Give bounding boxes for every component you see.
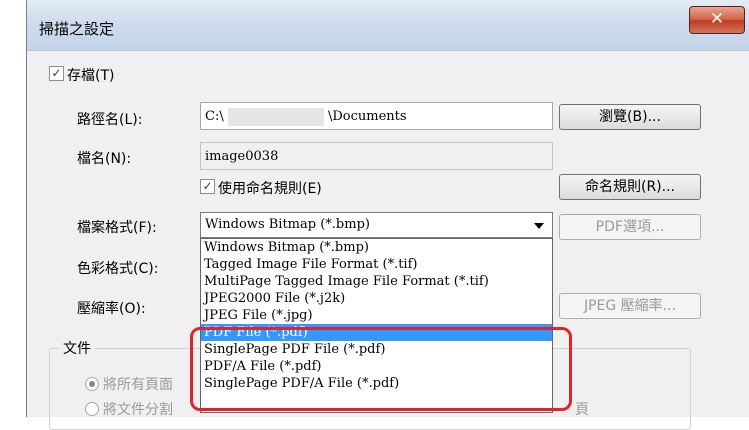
file-format-dropdown-list: Windows Bitmap (*.bmp) Tagged Image File… [200,238,553,413]
format-option[interactable]: JPEG File (*.jpg) [201,307,552,324]
pdf-options-button[interactable]: PDF選項... [559,214,701,240]
format-option[interactable]: SinglePage PDF File (*.pdf) [201,341,552,358]
radio-split-document-label-end: 頁 [575,402,589,418]
format-option[interactable]: JPEG2000 File (*.j2k) [201,290,552,307]
window-title: 掃描之設定 [39,20,115,38]
format-option[interactable]: Windows Bitmap (*.bmp) [201,239,552,256]
compression-label: 壓縮率(O): [77,301,146,317]
path-input[interactable]: C:\ \Documents [200,102,553,130]
document-group-label: 文件 [59,338,95,358]
naming-rule-checkbox-label: 使用命名規則(E) [218,181,322,197]
path-redaction [227,107,324,126]
desktop-margin [0,0,26,417]
format-option[interactable]: Tagged Image File Format (*.tif) [201,256,552,273]
path-label: 路徑名(L): [77,112,143,128]
close-button[interactable]: ✕ [689,6,745,34]
close-icon: ✕ [709,9,725,29]
format-option[interactable]: PDF/A File (*.pdf) [201,358,552,375]
filename-field[interactable]: image0038 [200,142,553,170]
file-format-label: 檔案格式(F): [77,220,157,236]
save-checkbox-label: 存檔(T) [67,68,115,84]
color-format-label: 色彩格式(C): [77,261,159,277]
radio-all-pages-label: 將所有頁面 [103,377,173,393]
title-bar: 掃描之設定 ✕ [27,0,749,51]
radio-split-document-label: 將文件分割 [103,402,173,418]
naming-rule-button[interactable]: 命名規則(R)... [559,174,701,200]
browse-button[interactable]: 瀏覽(B)... [559,104,701,130]
file-format-value: Windows Bitmap (*.bmp) [205,217,370,232]
format-option-selected[interactable]: PDF File (*.pdf) [201,324,552,341]
radio-split-document[interactable] [85,402,99,416]
naming-rule-checkbox[interactable]: ✓ [200,179,215,194]
jpeg-compression-button[interactable]: JPEG 壓縮率... [559,293,701,319]
filename-label: 檔名(N): [77,151,132,167]
format-option[interactable]: SinglePage PDF/A File (*.pdf) [201,375,552,392]
scan-settings-dialog: 掃描之設定 ✕ ✓ 存檔(T) 路徑名(L): C:\ \Documents 瀏… [26,0,749,430]
format-option[interactable]: MultiPage Tagged Image File Format (*.ti… [201,273,552,290]
chevron-down-icon [534,223,544,229]
path-value: C:\ [205,109,224,124]
radio-all-pages[interactable] [85,377,99,391]
path-value-end: \Documents [328,109,407,124]
save-checkbox[interactable]: ✓ [49,66,64,81]
file-format-select[interactable]: Windows Bitmap (*.bmp) [200,212,553,238]
